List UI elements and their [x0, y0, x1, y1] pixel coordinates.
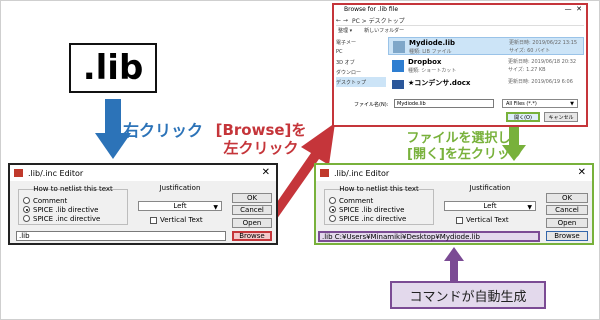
open-button[interactable]: Open	[232, 218, 272, 228]
chevron-down-icon: ▼	[570, 101, 574, 107]
browse-button[interactable]: Browse	[232, 231, 272, 241]
file-browser-toolbar: 整理 ▾ 新しいフォルダー	[338, 27, 404, 34]
file-item-docx[interactable]: ★コンデンサ.docx 更新日時: 2019/06/19 6:06	[388, 77, 584, 89]
close-icon[interactable]: ✕	[578, 167, 586, 178]
close-icon[interactable]: ✕	[262, 167, 270, 178]
lib-inc-editor-dialog-right: .lib/.inc Editor ✕ How to netlist this t…	[314, 163, 594, 245]
open-file-button[interactable]: 開く(O)	[506, 112, 540, 122]
address-bar[interactable]: ← → PC > デスクトップ	[336, 15, 584, 26]
close-icon[interactable]: — ✕	[565, 5, 582, 13]
file-browser-dialog: Browse for .lib file — ✕ ← → PC > デスクトップ…	[332, 3, 588, 127]
justification-title: Justification	[469, 184, 511, 192]
dialog-title: .lib/.inc Editor	[28, 168, 84, 178]
netlist-group-title: How to netlist this text	[339, 185, 419, 193]
lib-file-box: .lib	[69, 43, 157, 93]
cancel-file-button[interactable]: キャンセル	[544, 112, 578, 122]
vertical-text-checkbox[interactable]: Vertical Text	[456, 216, 509, 224]
dropbox-icon	[392, 60, 404, 72]
auto-command-label: コマンドが自動生成	[390, 281, 546, 309]
lib-inc-editor-dialog-left: .lib/.inc Editor ✕ How to netlist this t…	[8, 163, 278, 245]
radio-comment[interactable]: Comment	[23, 196, 127, 205]
radio-inc-directive[interactable]: SPICE .inc directive	[23, 214, 127, 223]
directive-input[interactable]: .lib	[16, 231, 226, 241]
dialog-titlebar: .lib/.inc Editor ✕	[316, 165, 592, 181]
file-item-mydiode[interactable]: Mydiode.lib 種類: LIB ファイル 更新日時: 2019/06/2…	[388, 37, 584, 55]
file-browser-title: Browse for .lib file	[344, 6, 399, 13]
open-button[interactable]: Open	[546, 218, 588, 228]
nav-item-3d[interactable]: 3D オブ	[336, 57, 386, 67]
navigation-pane: 電子メー PC 3D オブ ダウンロー デスクトップ	[336, 37, 386, 87]
ltspice-icon	[320, 169, 329, 177]
right-click-label: 右クリック	[123, 121, 204, 140]
filename-input[interactable]: Mydiode.lib	[394, 99, 494, 108]
nav-item-pc[interactable]: PC	[336, 47, 386, 57]
chevron-down-icon: ▼	[527, 204, 532, 211]
justification-select[interactable]: Left ▼	[138, 201, 222, 211]
browse-button[interactable]: Browse	[546, 231, 588, 241]
cancel-button[interactable]: Cancel	[546, 205, 588, 215]
nav-item-desktop[interactable]: デスクトップ	[336, 77, 386, 87]
radio-comment[interactable]: Comment	[329, 196, 433, 205]
netlist-group-title: How to netlist this text	[33, 185, 113, 193]
ok-button[interactable]: OK	[546, 193, 588, 203]
filename-label: ファイル名(N):	[354, 102, 389, 108]
organize-menu[interactable]: 整理 ▾	[338, 27, 352, 34]
green-down-arrow-icon	[502, 123, 526, 161]
nav-item-email[interactable]: 電子メー	[336, 37, 386, 47]
ltspice-icon	[14, 169, 23, 177]
nav-item-downloads[interactable]: ダウンロー	[336, 67, 386, 77]
word-icon	[392, 80, 404, 89]
figure-frame: .lib 右クリック [Browse]を 左クリック ファイルを選択し、 [開く…	[0, 0, 600, 320]
dialog-titlebar: .lib/.inc Editor ✕	[10, 165, 276, 181]
radio-lib-directive[interactable]: SPICE .lib directive	[23, 205, 127, 214]
justification-select[interactable]: Left ▼	[444, 201, 536, 211]
dialog-title: .lib/.inc Editor	[334, 168, 390, 178]
file-icon	[393, 41, 405, 53]
back-icon[interactable]: ← →	[336, 17, 348, 24]
directive-input[interactable]: .lib C:¥Users¥Minamiki¥Desktop¥Mydiode.l…	[318, 231, 540, 242]
cancel-button[interactable]: Cancel	[232, 205, 272, 215]
new-folder-button[interactable]: 新しいフォルダー	[364, 27, 404, 34]
justification-title: Justification	[159, 184, 201, 192]
chevron-down-icon: ▼	[213, 204, 218, 211]
radio-inc-directive[interactable]: SPICE .inc directive	[329, 214, 433, 223]
radio-lib-directive[interactable]: SPICE .lib directive	[329, 205, 433, 214]
up-arrow-icon	[444, 247, 464, 281]
vertical-text-checkbox[interactable]: Vertical Text	[150, 216, 203, 224]
file-browser-titlebar: Browse for .lib file — ✕	[334, 5, 586, 14]
ok-button[interactable]: OK	[232, 193, 272, 203]
file-type-select[interactable]: All Files (*.*) ▼	[502, 99, 578, 108]
netlist-group: How to netlist this text Comment SPICE .…	[324, 185, 434, 225]
netlist-group: How to netlist this text Comment SPICE .…	[18, 185, 128, 225]
file-item-dropbox[interactable]: Dropbox 種類: ショートカット 更新日時: 2019/06/18 20:…	[388, 57, 584, 75]
